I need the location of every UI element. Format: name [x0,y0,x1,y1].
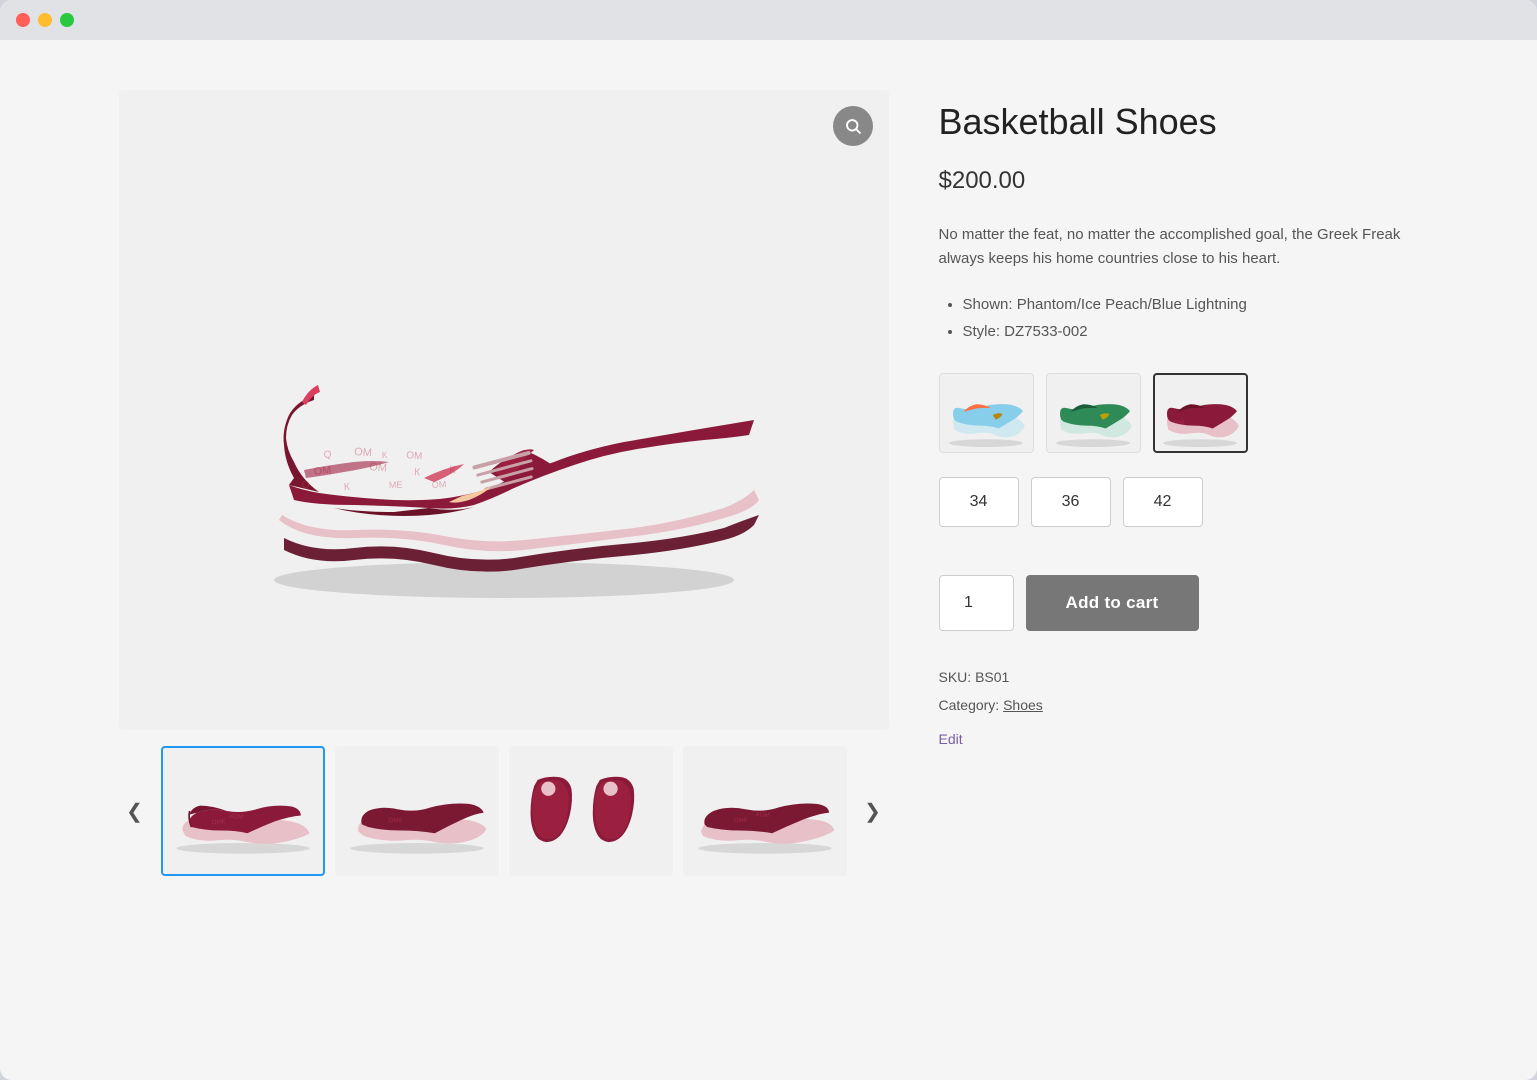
svg-text:ОМ: ОМ [405,450,422,462]
svg-text:Q: Q [301,479,310,491]
sku-value: BS01 [975,669,1009,685]
svg-text:МЕ: МЕ [388,480,402,490]
thumbnail-1[interactable]: ОМК КОМ [161,746,325,876]
prev-thumbnail-button[interactable]: ❮ [119,795,151,827]
maximize-button[interactable] [60,13,74,27]
svg-text:ОМК: ОМК [211,818,226,826]
size-button-42[interactable]: 42 [1123,477,1203,527]
close-button[interactable] [16,13,30,27]
svg-text:К: К [381,450,388,460]
size-button-34[interactable]: 34 [939,477,1019,527]
titlebar [0,0,1537,40]
svg-text:ОМК: ОМК [1174,420,1185,426]
zoom-button[interactable] [833,106,873,146]
add-to-cart-button[interactable]: Add to cart [1026,575,1199,631]
category-link[interactable]: Shoes [1003,697,1043,713]
browser-window: OM К OM МЕ К ОМ К Q OM К ОМ Q [0,0,1537,1080]
product-info: Basketball Shoes $200.00 No matter the f… [939,90,1419,876]
color-variants: ОМК [939,373,1419,453]
add-to-cart-row: Add to cart [939,575,1419,631]
thumbnail-3[interactable] [509,746,673,876]
content-area: OM К OM МЕ К ОМ К Q OM К ОМ Q [0,40,1537,1080]
traffic-lights [16,13,74,27]
svg-text:КОМ: КОМ [756,811,770,819]
color-swatch-blue[interactable] [939,373,1034,453]
svg-text:ОМК: ОМК [388,817,402,825]
color-swatch-darkred[interactable]: ОМК [1153,373,1248,453]
product-meta: SKU: BS01 Category: Shoes [939,663,1419,719]
image-section: OM К OM МЕ К ОМ К Q OM К ОМ Q [119,90,889,876]
svg-text:К: К [343,482,350,493]
product-price: $200.00 [939,167,1419,195]
size-options: 34 36 42 [939,477,1419,527]
minimize-button[interactable] [38,13,52,27]
thumbnail-2[interactable]: ОМК [335,746,499,876]
product-description: No matter the feat, no matter the accomp… [939,223,1419,271]
sku-line: SKU: BS01 [939,663,1419,691]
sku-label: SKU: [939,669,972,685]
feature-2: Style: DZ7533-002 [963,318,1419,345]
svg-text:OM: OM [353,446,372,459]
size-button-36[interactable]: 36 [1031,477,1111,527]
product-page: OM К OM МЕ К ОМ К Q OM К ОМ Q [119,90,1419,876]
quantity-input[interactable] [939,575,1014,631]
svg-text:К: К [413,467,420,478]
svg-text:КОМ: КОМ [229,813,243,821]
edit-link[interactable]: Edit [939,731,963,747]
category-line: Category: Shoes [939,691,1419,719]
svg-text:Q: Q [323,449,332,461]
svg-text:ОМК: ОМК [733,817,747,825]
product-features: Shown: Phantom/Ice Peach/Blue Lightning … [939,291,1419,345]
color-swatch-teal[interactable] [1046,373,1141,453]
category-label: Category: [939,697,1000,713]
main-image-container: OM К OM МЕ К ОМ К Q OM К ОМ Q [119,90,889,730]
next-thumbnail-button[interactable]: ❯ [857,795,889,827]
main-product-image: OM К OM МЕ К ОМ К Q OM К ОМ Q [214,170,794,650]
thumbnails-row: ❮ ОМК КОМ [119,746,889,876]
product-title: Basketball Shoes [939,100,1419,143]
thumbnail-4[interactable]: ОМК КОМ [683,746,847,876]
feature-1: Shown: Phantom/Ice Peach/Blue Lightning [963,291,1419,318]
